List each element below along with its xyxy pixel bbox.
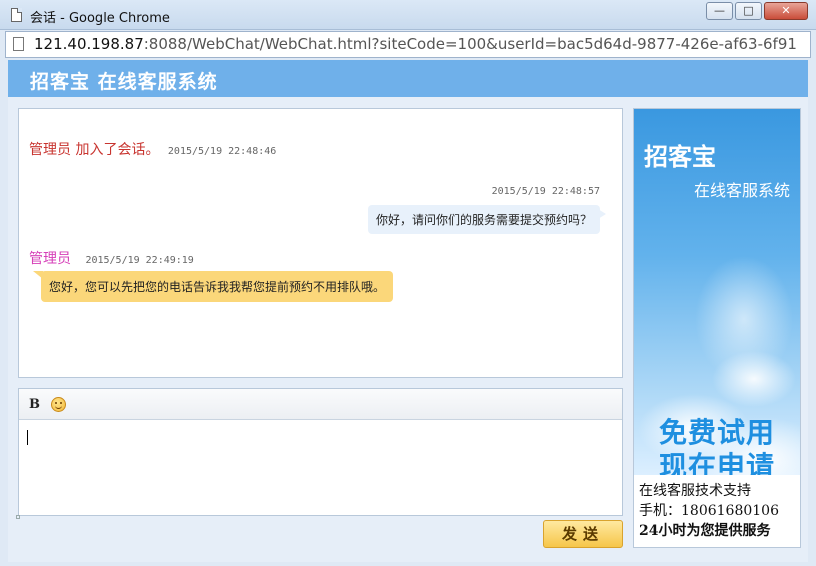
- system-message: 管理员 加入了会话。 2015/5/19 22:48:46: [29, 139, 276, 159]
- system-sender: 管理员: [29, 142, 71, 158]
- address-bar[interactable]: 121.40.198.87:8088/WebChat/WebChat.html?…: [5, 31, 811, 58]
- text-caret: [27, 430, 28, 445]
- ad-promo-line2: 现在申请: [658, 450, 775, 475]
- user-timestamp: 2015/5/19 22:48:57: [491, 186, 600, 197]
- ad-brand: 招客宝: [644, 143, 716, 171]
- ad-support-text: 在线客服技术支持: [639, 483, 751, 499]
- ad-contact-info: 在线客服技术支持 手机：18061680106 24小时为您提供服务: [639, 481, 779, 541]
- page-icon: [11, 8, 22, 22]
- emoji-icon[interactable]: [51, 397, 66, 412]
- agent-timestamp: 2015/5/19 22:49:19: [85, 255, 194, 266]
- composer-toolbar: B: [19, 389, 622, 420]
- url-host: 121.40.198.87: [34, 35, 144, 53]
- system-text: 加入了会话。: [75, 142, 160, 158]
- message-input[interactable]: [19, 421, 622, 515]
- ad-service-text: 24小时为您提供服务: [639, 523, 771, 539]
- ad-panel[interactable]: 招客宝 在线客服系统 免费试用 现在申请 在线客服技术支持 手机：1806168…: [633, 108, 801, 548]
- agent-name: 管理员: [29, 251, 71, 267]
- ad-phone-label: 手机：: [639, 503, 681, 519]
- page-icon: [13, 37, 24, 51]
- header-brand: 招客宝 在线客服系统: [30, 71, 218, 93]
- send-button[interactable]: 发送: [543, 520, 623, 548]
- page-header: 招客宝 在线客服系统: [8, 60, 808, 97]
- ad-subtitle: 在线客服系统: [693, 181, 790, 200]
- ad-phone-number: 18061680106: [681, 503, 779, 519]
- window-controls: — □ ✕: [704, 2, 808, 20]
- message-composer: B: [18, 388, 623, 516]
- agent-message-header: 管理员 2015/5/19 22:49:19: [29, 248, 194, 268]
- ad-phone-line: 手机：18061680106: [639, 501, 779, 521]
- agent-message-bubble: 您好，您可以先把您的电话告诉我我帮您提前预约不用排队哦。: [32, 271, 394, 302]
- bold-button[interactable]: B: [29, 397, 40, 412]
- url-path: :8088/WebChat/WebChat.html?siteCode=100&…: [143, 35, 797, 53]
- system-timestamp: 2015/5/19 22:48:46: [167, 146, 277, 157]
- maximize-button[interactable]: □: [735, 2, 762, 20]
- resize-grip[interactable]: [16, 515, 20, 519]
- window-title: 会话 - Google Chrome: [30, 11, 170, 26]
- minimize-button[interactable]: —: [706, 2, 733, 20]
- window-titlebar: 会话 - Google Chrome — □ ✕: [0, 0, 816, 30]
- user-message-bubble: 你好，请问你们的服务需要提交预约吗？: [367, 205, 607, 234]
- url-text[interactable]: 121.40.198.87:8088/WebChat/WebChat.html?…: [34, 35, 806, 53]
- chat-history[interactable]: 管理员 加入了会话。 2015/5/19 22:48:46 2015/5/19 …: [18, 108, 623, 378]
- close-button[interactable]: ✕: [764, 2, 808, 20]
- webchat-page: 招客宝 在线客服系统 管理员 加入了会话。 2015/5/19 22:48:46…: [8, 60, 808, 562]
- ad-banner-image[interactable]: 招客宝 在线客服系统 免费试用 现在申请: [634, 109, 800, 475]
